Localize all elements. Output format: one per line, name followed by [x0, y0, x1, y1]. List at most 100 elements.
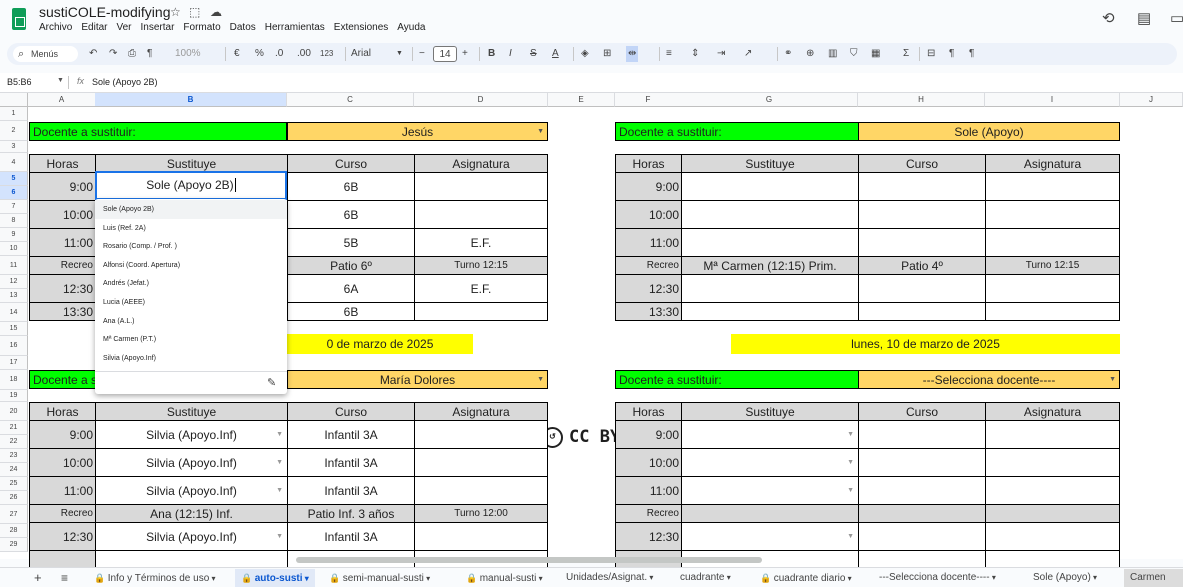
increase-decimal-button[interactable]: .00 [297, 46, 311, 62]
time-cell[interactable]: 9:00 [615, 172, 682, 201]
fill-color-icon[interactable]: ◈ [581, 46, 589, 62]
row-header[interactable]: 27 [0, 505, 28, 524]
row-header[interactable]: 4 [0, 153, 28, 172]
sheet-tab[interactable]: 🔒 semi-manual-susti ▾ [329, 569, 430, 587]
time-cell[interactable]: 13:30 [29, 302, 96, 321]
curso-cell[interactable] [858, 476, 986, 505]
row-header[interactable]: 14 [0, 303, 28, 322]
curso-cell[interactable] [858, 522, 986, 551]
row-header[interactable]: 17 [0, 356, 28, 370]
curso-cell[interactable]: Infantil 3A [287, 420, 415, 449]
undo-icon[interactable]: ↶ [89, 46, 97, 62]
dropdown-option[interactable]: Silvia (Apoyo.Inf) [95, 349, 287, 368]
menu-datos[interactable]: Datos [230, 22, 256, 33]
currency-button[interactable]: € [234, 46, 240, 62]
curso-cell[interactable]: Patio Inf. 3 años [287, 504, 415, 523]
cloud-status-icon[interactable]: ☁ [210, 5, 222, 19]
chevron-down-icon[interactable]: ▼ [537, 376, 544, 383]
row-header[interactable]: 6 [0, 186, 28, 200]
sustituye-select[interactable]: Silvia (Apoyo.Inf) ▼ [95, 420, 288, 449]
asignatura-cell[interactable] [414, 172, 548, 201]
tab-dropdown-icon[interactable]: ▾ [724, 573, 731, 582]
row-header[interactable]: 7 [0, 200, 28, 214]
functions-icon[interactable]: Σ [903, 46, 909, 62]
curso-cell[interactable]: 6B [287, 172, 415, 201]
dropdown-option[interactable]: Ana (A.L.) [95, 312, 287, 331]
asignatura-cell[interactable] [985, 420, 1120, 449]
font-select[interactable]: Arial [351, 46, 371, 62]
sustituye-select[interactable]: ▼ [681, 420, 859, 449]
sustituye-cell[interactable] [681, 172, 859, 201]
chevron-down-icon[interactable]: ▼ [276, 533, 283, 540]
curso-cell[interactable] [858, 274, 986, 303]
asignatura-cell[interactable] [985, 302, 1120, 321]
asignatura-cell[interactable] [985, 476, 1120, 505]
redo-icon[interactable]: ↷ [109, 46, 117, 62]
asignatura-cell[interactable] [414, 302, 548, 321]
dropdown-option[interactable]: Andrés (Jefat.) [95, 274, 287, 293]
sustituye-cell[interactable]: Mª Carmen (12:15) Prim. [681, 256, 859, 275]
time-cell[interactable]: 9:00 [29, 420, 96, 449]
sheet-tab[interactable]: Sole (Apoyo) ▾ [1033, 569, 1097, 587]
sheet-tab[interactable]: Unidades/Asignat. ▾ [566, 569, 653, 587]
teacher-select-3[interactable]: María Dolores ▼ [287, 370, 548, 389]
sustituye-cell[interactable]: Ana (12:15) Inf. [95, 504, 288, 523]
dropdown-option[interactable]: Sole (Apoyo 2B) [95, 200, 287, 219]
move-folder-icon[interactable]: ⬚ [189, 5, 200, 19]
insert-chart-icon[interactable]: ▥ [828, 46, 837, 62]
sustituye-select[interactable]: ▼ [681, 522, 859, 551]
menu-ver[interactable]: Ver [116, 22, 131, 33]
borders-icon[interactable]: ⊞ [603, 46, 611, 62]
insert-link-icon[interactable]: ⚭ [784, 46, 792, 62]
row-header[interactable]: 29 [0, 538, 28, 552]
curso-cell[interactable]: 5B [287, 228, 415, 257]
tab-dropdown-icon[interactable]: ▾ [424, 574, 430, 583]
column-header[interactable]: A [28, 93, 96, 107]
curso-cell[interactable] [858, 302, 986, 321]
curso-cell[interactable]: 6B [287, 302, 415, 321]
time-cell[interactable]: 11:00 [615, 476, 682, 505]
vertical-align-icon[interactable]: ⇕ [691, 46, 699, 62]
date-right[interactable]: lunes, 10 de marzo de 2025 [731, 334, 1120, 354]
dropdown-option[interactable]: Rosario (Comp. / Prof. ) [95, 237, 287, 256]
freeze-icon[interactable]: ⊟ [927, 46, 935, 62]
curso-cell[interactable]: Infantil 3A [287, 522, 415, 551]
sheet-tab[interactable]: 🔒 manual-susti ▾ [466, 569, 543, 587]
sustituye-select[interactable]: Silvia (Apoyo.Inf) ▼ [95, 522, 288, 551]
sustituye-cell[interactable] [681, 274, 859, 303]
all-sheets-icon[interactable]: ≡ [61, 569, 68, 587]
asignatura-cell[interactable] [985, 522, 1120, 551]
chevron-down-icon[interactable]: ▼ [276, 459, 283, 466]
rtl-icon[interactable]: ¶ [969, 46, 974, 62]
sheet-tab[interactable]: Carmen [1124, 569, 1183, 587]
menu-editar[interactable]: Editar [81, 22, 107, 33]
sustituye-select[interactable]: Silvia (Apoyo.Inf) ▼ [95, 476, 288, 505]
sustituye-cell[interactable] [681, 302, 859, 321]
sustituye-select[interactable]: ▼ [681, 476, 859, 505]
tab-dropdown-icon[interactable]: ▾ [647, 573, 653, 582]
menu-search[interactable]: Menús [13, 46, 78, 62]
document-title[interactable]: sustiCOLE-modifying [39, 4, 171, 20]
teacher-select-2[interactable]: Sole (Apoyo) [858, 122, 1120, 141]
dropdown-option[interactable]: Lucia (AEEE) [95, 293, 287, 312]
active-cell-editor[interactable]: Sole (Apoyo 2B) [95, 171, 287, 200]
row-header[interactable]: 11 [0, 256, 28, 275]
tab-dropdown-icon[interactable]: ▾ [845, 574, 852, 583]
menu-insertar[interactable]: Insertar [141, 22, 175, 33]
number-format-button[interactable]: 123 [320, 46, 333, 62]
dropdown-option[interactable]: Luis (Ref. 2A) [95, 219, 287, 238]
row-header[interactable]: 25 [0, 477, 28, 491]
text-direction-icon[interactable]: ¶ [949, 46, 954, 62]
formula-input[interactable]: Sole (Apoyo 2B) [92, 77, 158, 87]
asignatura-cell[interactable] [985, 448, 1120, 477]
name-box-dropdown-icon[interactable]: ▼ [57, 77, 64, 84]
asignatura-cell[interactable]: E.F. [414, 274, 548, 303]
curso-cell[interactable]: Patio 6º [287, 256, 415, 275]
chevron-down-icon[interactable]: ▼ [1109, 376, 1116, 383]
row-header[interactable]: 21 [0, 421, 28, 435]
chevron-down-icon[interactable]: ▼ [276, 487, 283, 494]
time-cell[interactable]: 12:30 [615, 274, 682, 303]
sheet-tab[interactable]: ---Selecciona docente---- ▾ [879, 569, 996, 587]
edit-pencil-icon[interactable]: ✎ [267, 376, 276, 389]
time-cell[interactable]: 10:00 [615, 200, 682, 229]
